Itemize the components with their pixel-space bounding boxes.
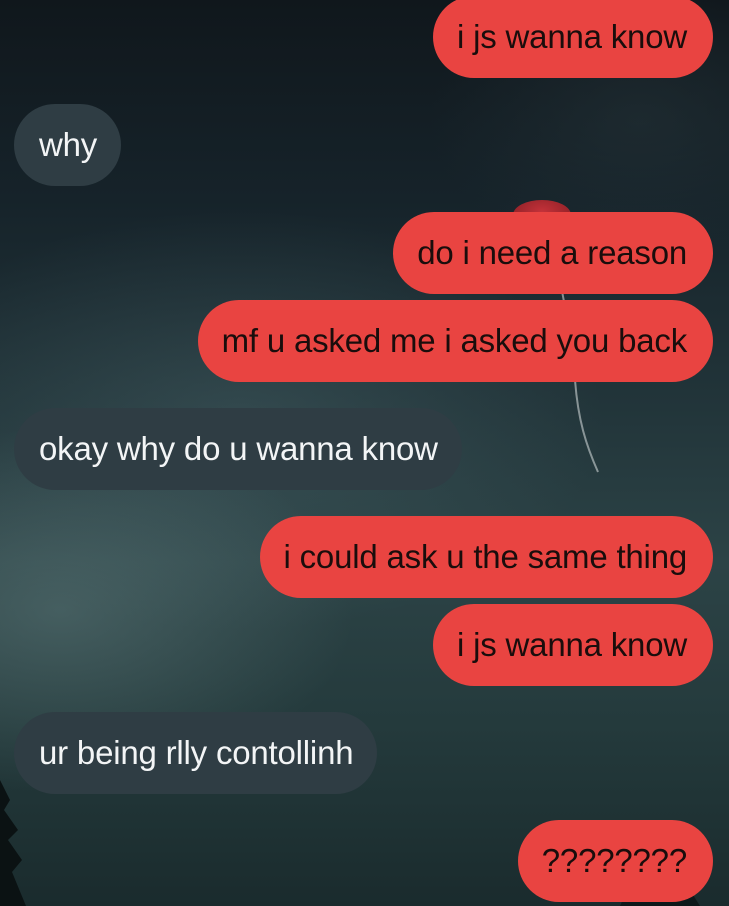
message-bubble-sent[interactable]: i js wanna know [433, 0, 713, 78]
message-text: okay why do u wanna know [39, 430, 438, 467]
message-text: why [39, 126, 98, 163]
message-text: do i need a reason [417, 234, 687, 271]
message-text: ???????? [541, 842, 687, 879]
message-bubble-sent[interactable]: ???????? [517, 820, 713, 902]
message-text: i could ask u the same thing [283, 538, 688, 575]
message-text: mf u asked me i asked you back [221, 322, 688, 359]
message-bubble-received[interactable]: ur being rlly contollinh [14, 712, 378, 794]
message-bubble-sent[interactable]: mf u asked me i asked you back [197, 300, 713, 382]
message-text: i js wanna know [457, 626, 687, 663]
message-text: ur being rlly contollinh [39, 734, 354, 771]
message-bubble-sent[interactable]: do i need a reason [393, 212, 713, 294]
message-text: i js wanna know [457, 18, 687, 55]
message-bubble-received[interactable]: okay why do u wanna know [14, 408, 462, 490]
message-bubble-sent[interactable]: i js wanna know [433, 604, 713, 686]
message-bubble-received[interactable]: why [14, 104, 122, 186]
chat-transcript: i js wanna know why do i need a reason m… [0, 0, 729, 906]
message-bubble-sent[interactable]: i could ask u the same thing [259, 516, 713, 598]
